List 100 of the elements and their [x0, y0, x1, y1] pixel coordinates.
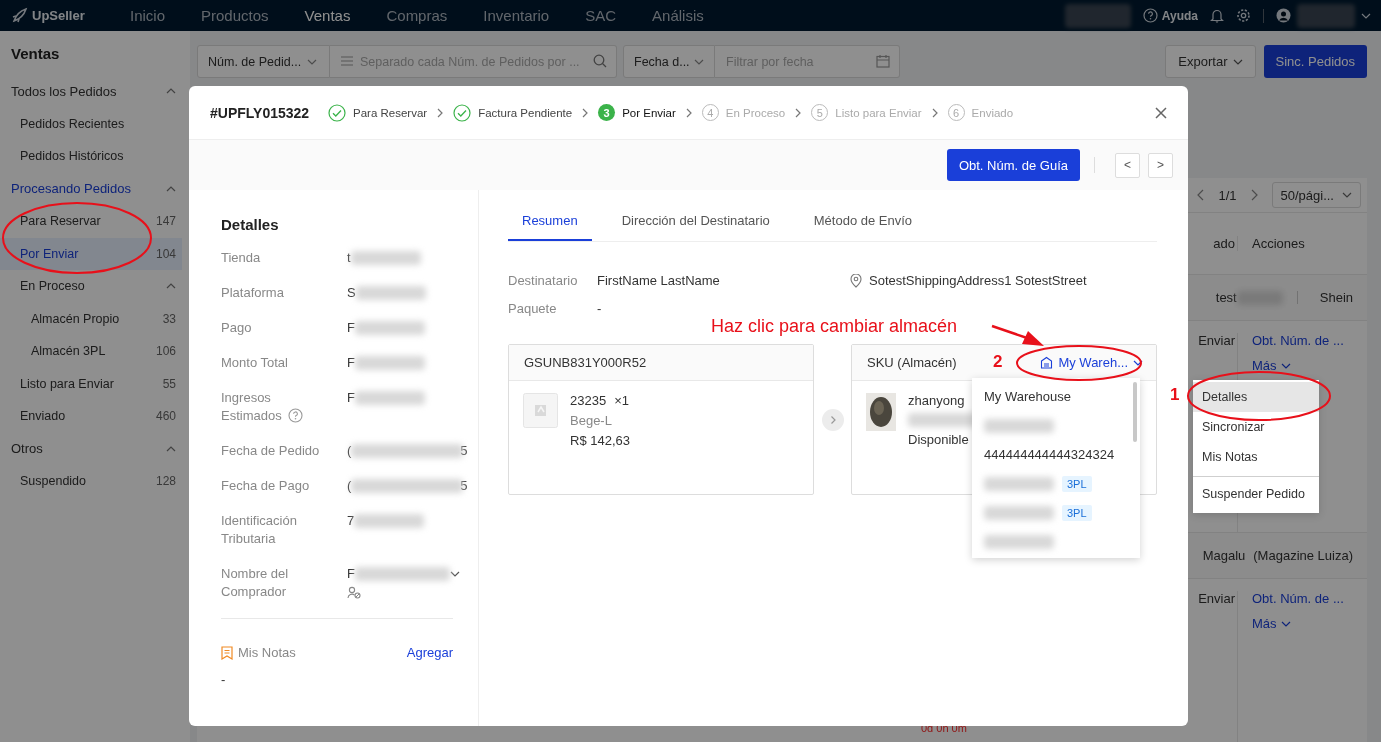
- chevron-up-icon: [166, 88, 176, 95]
- image-placeholder-icon: [523, 393, 558, 428]
- menu-item[interactable]: My Warehouse: [984, 389, 1071, 404]
- next-page-icon[interactable]: [1250, 189, 1258, 201]
- location-pin-icon: [850, 273, 862, 288]
- chevron-down-icon: [1133, 359, 1143, 366]
- bell-icon[interactable]: [1210, 8, 1224, 23]
- check-circle-icon: [453, 103, 472, 122]
- sidebar-item[interactable]: Enviado 460: [0, 400, 190, 433]
- sidebar-item[interactable]: Todos los Pedidos: [0, 75, 190, 108]
- sync-orders-button[interactable]: Sinc. Pedidos: [1263, 45, 1367, 78]
- page-size-select[interactable]: 50/pági...: [1271, 182, 1361, 208]
- section-title: Mis Notas: [238, 645, 296, 660]
- nav-item[interactable]: Ventas: [294, 7, 369, 24]
- next-button[interactable]: >: [1148, 152, 1173, 178]
- item-count: 104: [155, 246, 176, 261]
- menu-item[interactable]: Mis Notas: [1193, 442, 1319, 472]
- sidebar-item[interactable]: Listo para Enviar 55: [0, 367, 190, 400]
- help-link[interactable]: Ayuda: [1142, 8, 1198, 23]
- date-type-select[interactable]: Fecha d...: [623, 45, 715, 78]
- chevron-down-icon: [1280, 620, 1291, 627]
- nav-item[interactable]: Inicio: [120, 7, 184, 24]
- field-value: 5: [460, 442, 468, 460]
- price-text: R$ 142,63: [570, 433, 630, 448]
- help-icon: [1142, 8, 1158, 23]
- field-value: (: [347, 442, 352, 460]
- tab[interactable]: Método de Envío: [799, 213, 927, 241]
- sku-text: 23235: [570, 393, 607, 408]
- get-tracking-button[interactable]: Obt. Núm. de Guía: [946, 149, 1080, 181]
- help-icon: [287, 408, 303, 423]
- tracking-number-link[interactable]: Obt. Núm. de ...: [1252, 591, 1344, 606]
- tab[interactable]: Dirección del Destinatario: [607, 213, 784, 241]
- status-text: Enviar: [1197, 333, 1236, 348]
- warehouse-select[interactable]: My Wareh...: [1040, 355, 1148, 370]
- add-note-link[interactable]: Agregar: [406, 645, 453, 660]
- field-label: Destinatario: [508, 273, 579, 288]
- more-link[interactable]: Más: [1252, 358, 1291, 373]
- tracking-number-link[interactable]: Obt. Núm. de ...: [1252, 333, 1344, 348]
- address-text: SotestShippingAddress1 SotestStreet: [869, 273, 1087, 288]
- nav-item[interactable]: Productos: [191, 7, 287, 24]
- chevron-right-icon: [931, 107, 938, 118]
- annotation-arrow: [991, 324, 1044, 346]
- chevron-right-icon: [685, 107, 692, 118]
- menu-item[interactable]: Detalles: [1193, 382, 1319, 412]
- previous-button[interactable]: <: [1115, 152, 1140, 178]
- menu-item[interactable]: Suspender Pedido: [1193, 476, 1319, 511]
- nav-item[interactable]: Compras: [376, 7, 466, 24]
- field-value: S: [347, 284, 356, 302]
- export-button[interactable]: Exportar: [1165, 45, 1256, 78]
- chevron-down-icon: [1280, 362, 1291, 369]
- field-value: 7: [347, 512, 355, 530]
- field-label: Fecha de Pedido: [221, 443, 320, 458]
- menu-item[interactable]: 444444444444324324: [984, 447, 1115, 462]
- check-circle-icon: [328, 103, 346, 122]
- note-icon: [221, 645, 233, 660]
- sidebar-item[interactable]: Pedidos Históricos: [0, 140, 190, 173]
- person-icon[interactable]: [347, 586, 361, 599]
- status-text: Enviar: [1197, 591, 1236, 606]
- order-field-select[interactable]: Núm. de Pedid...: [197, 45, 330, 78]
- tag: 3PL: [1062, 475, 1092, 492]
- sidebar-item[interactable]: Almacén 3PL 106: [0, 335, 190, 368]
- field-value: -: [597, 301, 602, 316]
- sidebar-item[interactable]: Por Enviar 104: [0, 237, 182, 270]
- sidebar-item[interactable]: Almacén Propio 33: [0, 302, 190, 335]
- step-number: 2: [993, 352, 1003, 372]
- menu-item[interactable]: Sincronizar: [1193, 412, 1319, 442]
- nav-item[interactable]: SAC: [575, 7, 635, 24]
- chevron-up-icon: [166, 185, 176, 192]
- field-value: F: [347, 319, 355, 337]
- tab[interactable]: Resumen: [508, 213, 592, 241]
- sidebar-item[interactable]: En Proceso: [0, 270, 190, 303]
- blurred-text: [1064, 3, 1131, 28]
- sidebar-item[interactable]: Otros: [0, 432, 190, 465]
- card-title: GSUNB831Y000R52: [509, 345, 813, 381]
- sidebar-item[interactable]: Suspendido 128: [0, 465, 190, 498]
- blurred-text: [354, 391, 425, 405]
- scrollbar[interactable]: [1133, 382, 1137, 442]
- chevron-down-icon: [449, 571, 460, 577]
- chevron-right-icon: [795, 107, 802, 118]
- blurred-text: [354, 514, 425, 528]
- sidebar-item[interactable]: Para Reservar 147: [0, 205, 190, 238]
- item-count: 147: [155, 214, 176, 229]
- sidebar-item[interactable]: Pedidos Recientes: [0, 107, 190, 140]
- settings-icon[interactable]: [1236, 8, 1251, 23]
- store-name: Magalu: [1202, 548, 1246, 563]
- close-icon[interactable]: [1155, 106, 1167, 119]
- nav-item[interactable]: Inventario: [473, 7, 568, 24]
- sidebar-item[interactable]: Procesando Pedidos: [0, 172, 190, 205]
- chevron-up-icon: [166, 283, 176, 290]
- progress-step: Factura Pendiente: [453, 103, 573, 122]
- field-value: F: [347, 389, 355, 407]
- page-indicator: 1/1: [1218, 187, 1237, 203]
- nav-item[interactable]: Análisis: [642, 7, 722, 24]
- platform-name: Shein: [1319, 290, 1353, 305]
- variant-text: Bege-L: [570, 413, 612, 428]
- more-link[interactable]: Más: [1252, 616, 1291, 631]
- logo-text: UpSeller: [32, 8, 85, 23]
- progress-step: 4 En Proceso: [701, 104, 786, 121]
- previous-page-icon[interactable]: [1197, 189, 1205, 201]
- user-menu[interactable]: [1276, 3, 1371, 28]
